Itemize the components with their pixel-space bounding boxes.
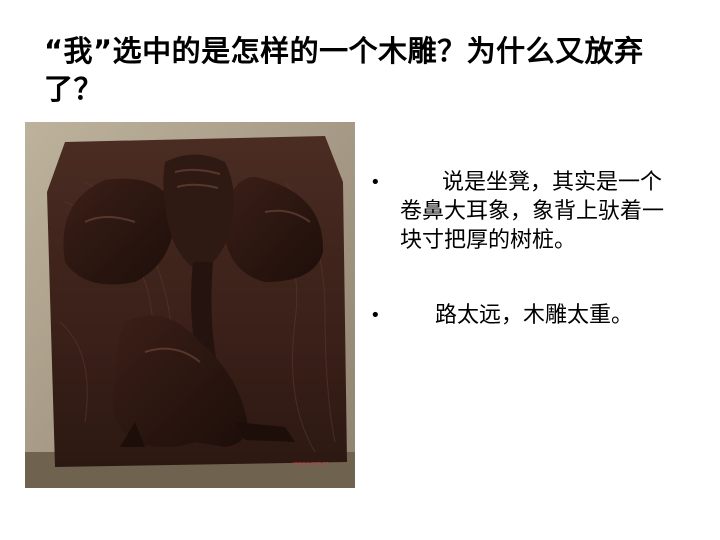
bullet-text: 路太远，木雕太重。 (400, 303, 633, 328)
slide-title: “我”选中的是怎样的一个木雕？为什么又放弃了？ (44, 34, 644, 106)
bullet-item: • 说是坐凳，其实是一个卷鼻大耳象，象背上驮着一块寸把厚的树桩。 (368, 168, 668, 255)
bullet-marker: • (370, 305, 381, 326)
watermark-text: www.s.com.cn (293, 461, 329, 467)
bullet-item: • 路太远，木雕太重。 (368, 301, 668, 330)
bullet-list: • 说是坐凳，其实是一个卷鼻大耳象，象背上驮着一块寸把厚的树桩。 • 路太远，木… (368, 168, 668, 376)
elephant-carving-photo: www.s.com.cn (25, 122, 355, 488)
bullet-marker: • (370, 172, 381, 193)
bullet-text: 说是坐凳，其实是一个卷鼻大耳象，象背上驮着一块寸把厚的树桩。 (400, 170, 665, 253)
